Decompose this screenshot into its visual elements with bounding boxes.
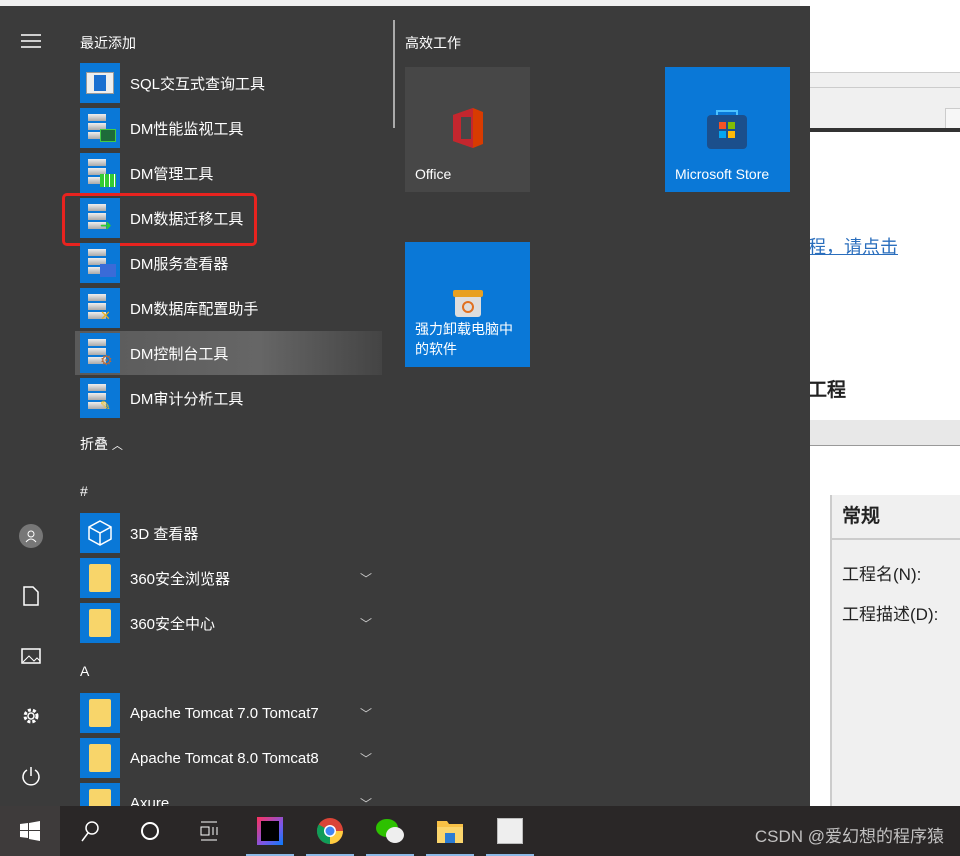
folder-tomcat7[interactable]: Apache Tomcat 7.0 Tomcat7 ﹀ <box>80 693 380 733</box>
task-view-icon[interactable] <box>180 806 240 856</box>
office-icon <box>453 108 483 148</box>
folder-axure[interactable]: Axure ﹀ <box>80 783 380 806</box>
section-heading: 工程 <box>808 380 847 401</box>
background-window: 程，请点击 工程 常规 工程名(N): 工程描述(D): <box>800 0 960 806</box>
start-menu: 最近添加 SQL交互式查询工具 DM性能监视工具 DM管理工具 ➜ DM数据迁移工… <box>0 6 810 806</box>
search-icon[interactable] <box>60 806 120 856</box>
file-explorer-icon[interactable] <box>420 806 480 856</box>
chevron-up-icon: ︿ <box>111 440 123 452</box>
wechat-icon[interactable] <box>360 806 420 856</box>
app-manager[interactable]: DM管理工具 <box>80 153 380 193</box>
chevron-down-icon: ﹀ <box>359 706 372 721</box>
recent-header: 最近添加 <box>80 35 136 51</box>
console-icon: ⚙ <box>80 333 120 373</box>
folder-360-security[interactable]: 360安全中心 ﹀ <box>80 603 380 643</box>
recycle-bin-icon <box>453 290 483 317</box>
app-service-viewer[interactable]: DM服务查看器 <box>80 243 380 283</box>
tile-uninstaller[interactable]: 强力卸载电脑中的软件 <box>405 242 530 367</box>
collapse-button[interactable]: 折叠 ︿ <box>80 434 123 454</box>
taskbar: CSDN @爱幻想的程序猿 <box>0 806 960 856</box>
db-config-icon: ✕ <box>80 288 120 328</box>
folder-360-browser[interactable]: 360安全浏览器 ﹀ <box>80 558 380 598</box>
app-console[interactable]: ⚙ DM控制台工具 <box>80 333 380 373</box>
chevron-down-icon: ﹀ <box>359 571 372 586</box>
performance-monitor-icon <box>80 108 120 148</box>
typora-icon[interactable] <box>480 806 540 856</box>
cortana-icon[interactable] <box>120 806 180 856</box>
folder-icon <box>80 693 120 733</box>
hamburger-menu-icon[interactable] <box>18 28 44 54</box>
start-rail <box>0 6 60 806</box>
pictures-icon[interactable] <box>18 643 44 669</box>
folder-tomcat8[interactable]: Apache Tomcat 8.0 Tomcat8 ﹀ <box>80 738 380 778</box>
folder-icon <box>80 603 120 643</box>
help-link[interactable]: 程，请点击 <box>808 233 898 259</box>
tiles-header: 高效工作 <box>405 35 461 51</box>
chevron-down-icon: ﹀ <box>359 796 372 807</box>
red-highlight-box <box>62 193 257 246</box>
settings-gear-icon[interactable] <box>18 703 44 729</box>
app-audit[interactable]: ✎ DM审计分析工具 <box>80 378 380 418</box>
chrome-icon[interactable] <box>300 806 360 856</box>
chevron-down-icon: ﹀ <box>359 751 372 766</box>
folder-icon <box>80 558 120 598</box>
csdn-watermark: CSDN @爱幻想的程序猿 <box>754 827 944 846</box>
service-viewer-icon <box>80 243 120 283</box>
scrollbar[interactable] <box>393 20 395 128</box>
windows-start-icon[interactable] <box>0 806 60 856</box>
intellij-icon[interactable] <box>240 806 300 856</box>
project-desc-label: 工程描述(D): <box>842 605 939 624</box>
project-name-label: 工程名(N): <box>842 565 922 584</box>
manager-icon <box>80 153 120 193</box>
app-3d-viewer[interactable]: 3D 查看器 <box>80 513 380 553</box>
audit-icon: ✎ <box>80 378 120 418</box>
folder-icon <box>80 738 120 778</box>
tile-office[interactable]: Office <box>405 67 530 192</box>
group-header-a[interactable]: A <box>80 663 89 679</box>
sql-query-icon <box>80 63 120 103</box>
3d-viewer-icon <box>80 513 120 553</box>
app-performance-monitor[interactable]: DM性能监视工具 <box>80 108 380 148</box>
microsoft-store-icon <box>707 110 747 149</box>
app-db-config[interactable]: ✕ DM数据库配置助手 <box>80 288 380 328</box>
group-header-hash[interactable]: # <box>80 483 88 499</box>
chevron-down-icon: ﹀ <box>359 616 372 631</box>
tile-microsoft-store[interactable]: Microsoft Store <box>665 67 790 192</box>
app-sql-query[interactable]: SQL交互式查询工具 <box>80 63 380 103</box>
user-avatar-icon[interactable] <box>18 523 44 549</box>
folder-icon <box>80 783 120 806</box>
general-tab-title: 常规 <box>842 506 881 527</box>
documents-icon[interactable] <box>18 583 44 609</box>
